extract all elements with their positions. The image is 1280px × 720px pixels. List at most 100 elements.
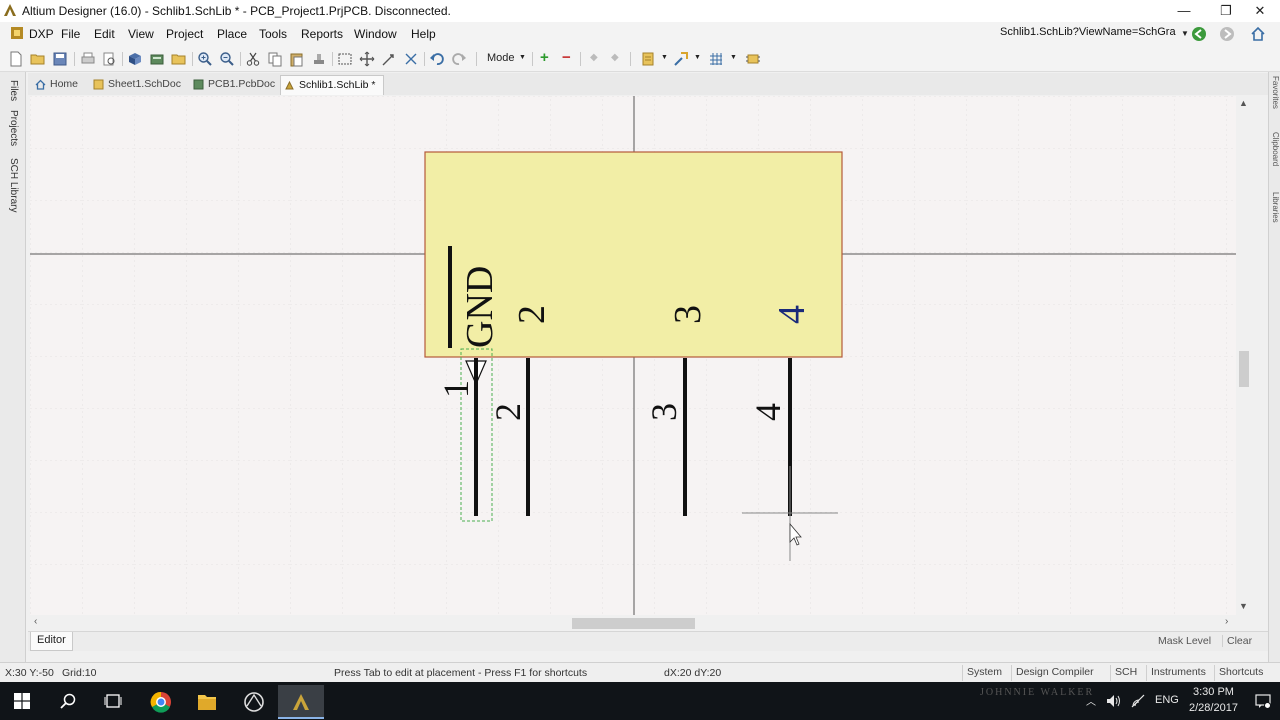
editor-tab[interactable]: Editor [30,632,73,651]
menu-reports[interactable]: Reports [301,27,343,41]
menu-window[interactable]: Window [354,27,397,41]
minimize-button[interactable]: — [1164,2,1204,20]
menu-view[interactable]: View [128,27,154,41]
schematic-drawing: GND 2 3 4 1 2 3 4 [30,96,1236,615]
previous-icon[interactable]: ◆ [590,52,598,63]
windows-start-icon[interactable] [14,693,30,709]
next-icon[interactable]: ◆ [611,52,619,63]
zoom-in-icon[interactable] [197,51,213,67]
tab-sheet1[interactable]: Sheet1.SchDoc [90,75,190,95]
forward-icon[interactable] [1219,26,1235,42]
mode-dropdown-icon[interactable]: ▼ [519,54,526,61]
open-icon[interactable] [30,51,46,67]
place-dropdown-icon[interactable]: ▼ [694,54,701,61]
align-icon[interactable] [640,51,656,67]
rubber-stamp-icon[interactable] [311,51,327,67]
system-panel-button[interactable]: System [962,665,1006,681]
move-icon[interactable] [359,51,375,67]
app-circle-icon[interactable] [231,685,277,719]
folder-icon[interactable] [171,51,187,67]
menu-tools[interactable]: Tools [259,27,287,41]
clipboard-panel-tab[interactable]: Clipboard [1271,132,1280,166]
tab-home[interactable]: Home [32,75,88,95]
tray-expand-icon[interactable]: ︿ [1086,693,1096,708]
place-wire-icon[interactable] [673,51,689,67]
redo-icon[interactable] [451,51,467,67]
scroll-down-icon[interactable]: ▼ [1239,601,1248,611]
menu-place[interactable]: Place [217,27,247,41]
vertical-scroll-thumb[interactable] [1239,351,1249,387]
copy-icon[interactable] [267,51,283,67]
zoom-out-icon[interactable] [219,51,235,67]
tab-pcb1[interactable]: PCB1.PcbDoc [190,75,280,95]
grid-size: Grid:10 [62,667,97,679]
align-dropdown-icon[interactable]: ▼ [661,54,668,61]
scroll-left-icon[interactable]: ‹ [34,616,37,627]
files-panel-tab[interactable]: Files [8,80,19,101]
new-icon[interactable] [8,51,24,67]
3d-view-icon[interactable] [127,51,143,67]
print-icon[interactable] [80,51,96,67]
component-icon[interactable] [745,51,761,67]
tab-schlib1[interactable]: Schlib1.SchLib * [280,75,384,95]
layers-icon[interactable] [149,51,165,67]
cut-icon[interactable] [245,51,261,67]
grid-dropdown-icon[interactable]: ▼ [730,54,737,61]
chrome-icon[interactable] [138,685,184,719]
save-icon[interactable] [52,51,68,67]
horizontal-scroll-thumb[interactable] [572,618,695,629]
menu-help[interactable]: Help [411,27,436,41]
network-icon[interactable] [1130,694,1146,708]
mask-level-button[interactable]: Mask Level [1158,635,1211,647]
menu-edit[interactable]: Edit [94,27,115,41]
drag-icon[interactable] [381,51,397,67]
menu-project[interactable]: Project [166,27,203,41]
grid-icon[interactable] [708,51,724,67]
toolbar: Mode ▼ + − ◆ ◆ ▼ ▼ ▼ [0,46,1280,72]
favorites-panel-tab[interactable]: Favorites [1271,76,1280,109]
language-indicator[interactable]: ENG [1155,694,1179,706]
schematic-canvas[interactable]: GND 2 3 4 1 2 3 4 [30,96,1236,615]
clock-date[interactable]: 2/28/2017 [1189,702,1238,714]
menu-file[interactable]: File [61,27,80,41]
vertical-scrollbar[interactable]: ▲ ▼ [1236,96,1252,615]
address-field[interactable]: Schlib1.SchLib?ViewName=SchGra [1000,26,1190,43]
undo-icon[interactable] [429,51,445,67]
sch-panel-button[interactable]: SCH [1110,665,1141,681]
menu-dxp[interactable]: DXP [29,27,54,41]
altium-taskbar-icon[interactable] [278,685,324,719]
dxp-icon [11,27,23,39]
search-icon[interactable] [60,693,76,709]
tab-label: Schlib1.SchLib * [299,79,376,91]
scroll-up-icon[interactable]: ▲ [1239,98,1248,108]
left-side-panel: Files Projects SCH Library [0,72,26,662]
remove-icon[interactable]: − [562,49,571,66]
back-icon[interactable] [1191,26,1207,42]
task-view-icon[interactable] [104,693,122,709]
body-label-2: 2 [511,305,553,324]
shortcuts-panel-button[interactable]: Shortcuts [1214,665,1267,681]
pin-designator-4: 4 [748,403,788,421]
projects-panel-tab[interactable]: Projects [8,110,19,146]
home-icon [35,79,46,90]
scroll-right-icon[interactable]: › [1225,616,1228,627]
print-preview-icon[interactable] [101,51,117,67]
file-explorer-icon[interactable] [184,685,230,719]
select-area-icon[interactable] [337,51,353,67]
sch-library-panel-tab[interactable]: SCH Library [8,158,19,212]
clock-time[interactable]: 3:30 PM [1193,686,1234,698]
home-nav-icon[interactable] [1250,26,1266,42]
deselect-icon[interactable] [403,51,419,67]
instruments-panel-button[interactable]: Instruments [1146,665,1210,681]
volume-icon[interactable] [1106,694,1122,708]
paste-icon[interactable] [289,51,305,67]
add-icon[interactable]: + [540,49,549,66]
design-compiler-panel-button[interactable]: Design Compiler [1011,665,1098,681]
close-button[interactable]: ✕ [1240,2,1280,20]
address-dropdown-icon[interactable]: ▼ [1181,29,1189,38]
horizontal-scrollbar[interactable]: ‹ › [30,615,1236,631]
notifications-icon[interactable] [1255,693,1271,709]
mode-dropdown[interactable]: Mode [487,52,515,64]
libraries-panel-tab[interactable]: Libraries [1271,192,1280,223]
clear-button[interactable]: Clear [1222,635,1252,647]
